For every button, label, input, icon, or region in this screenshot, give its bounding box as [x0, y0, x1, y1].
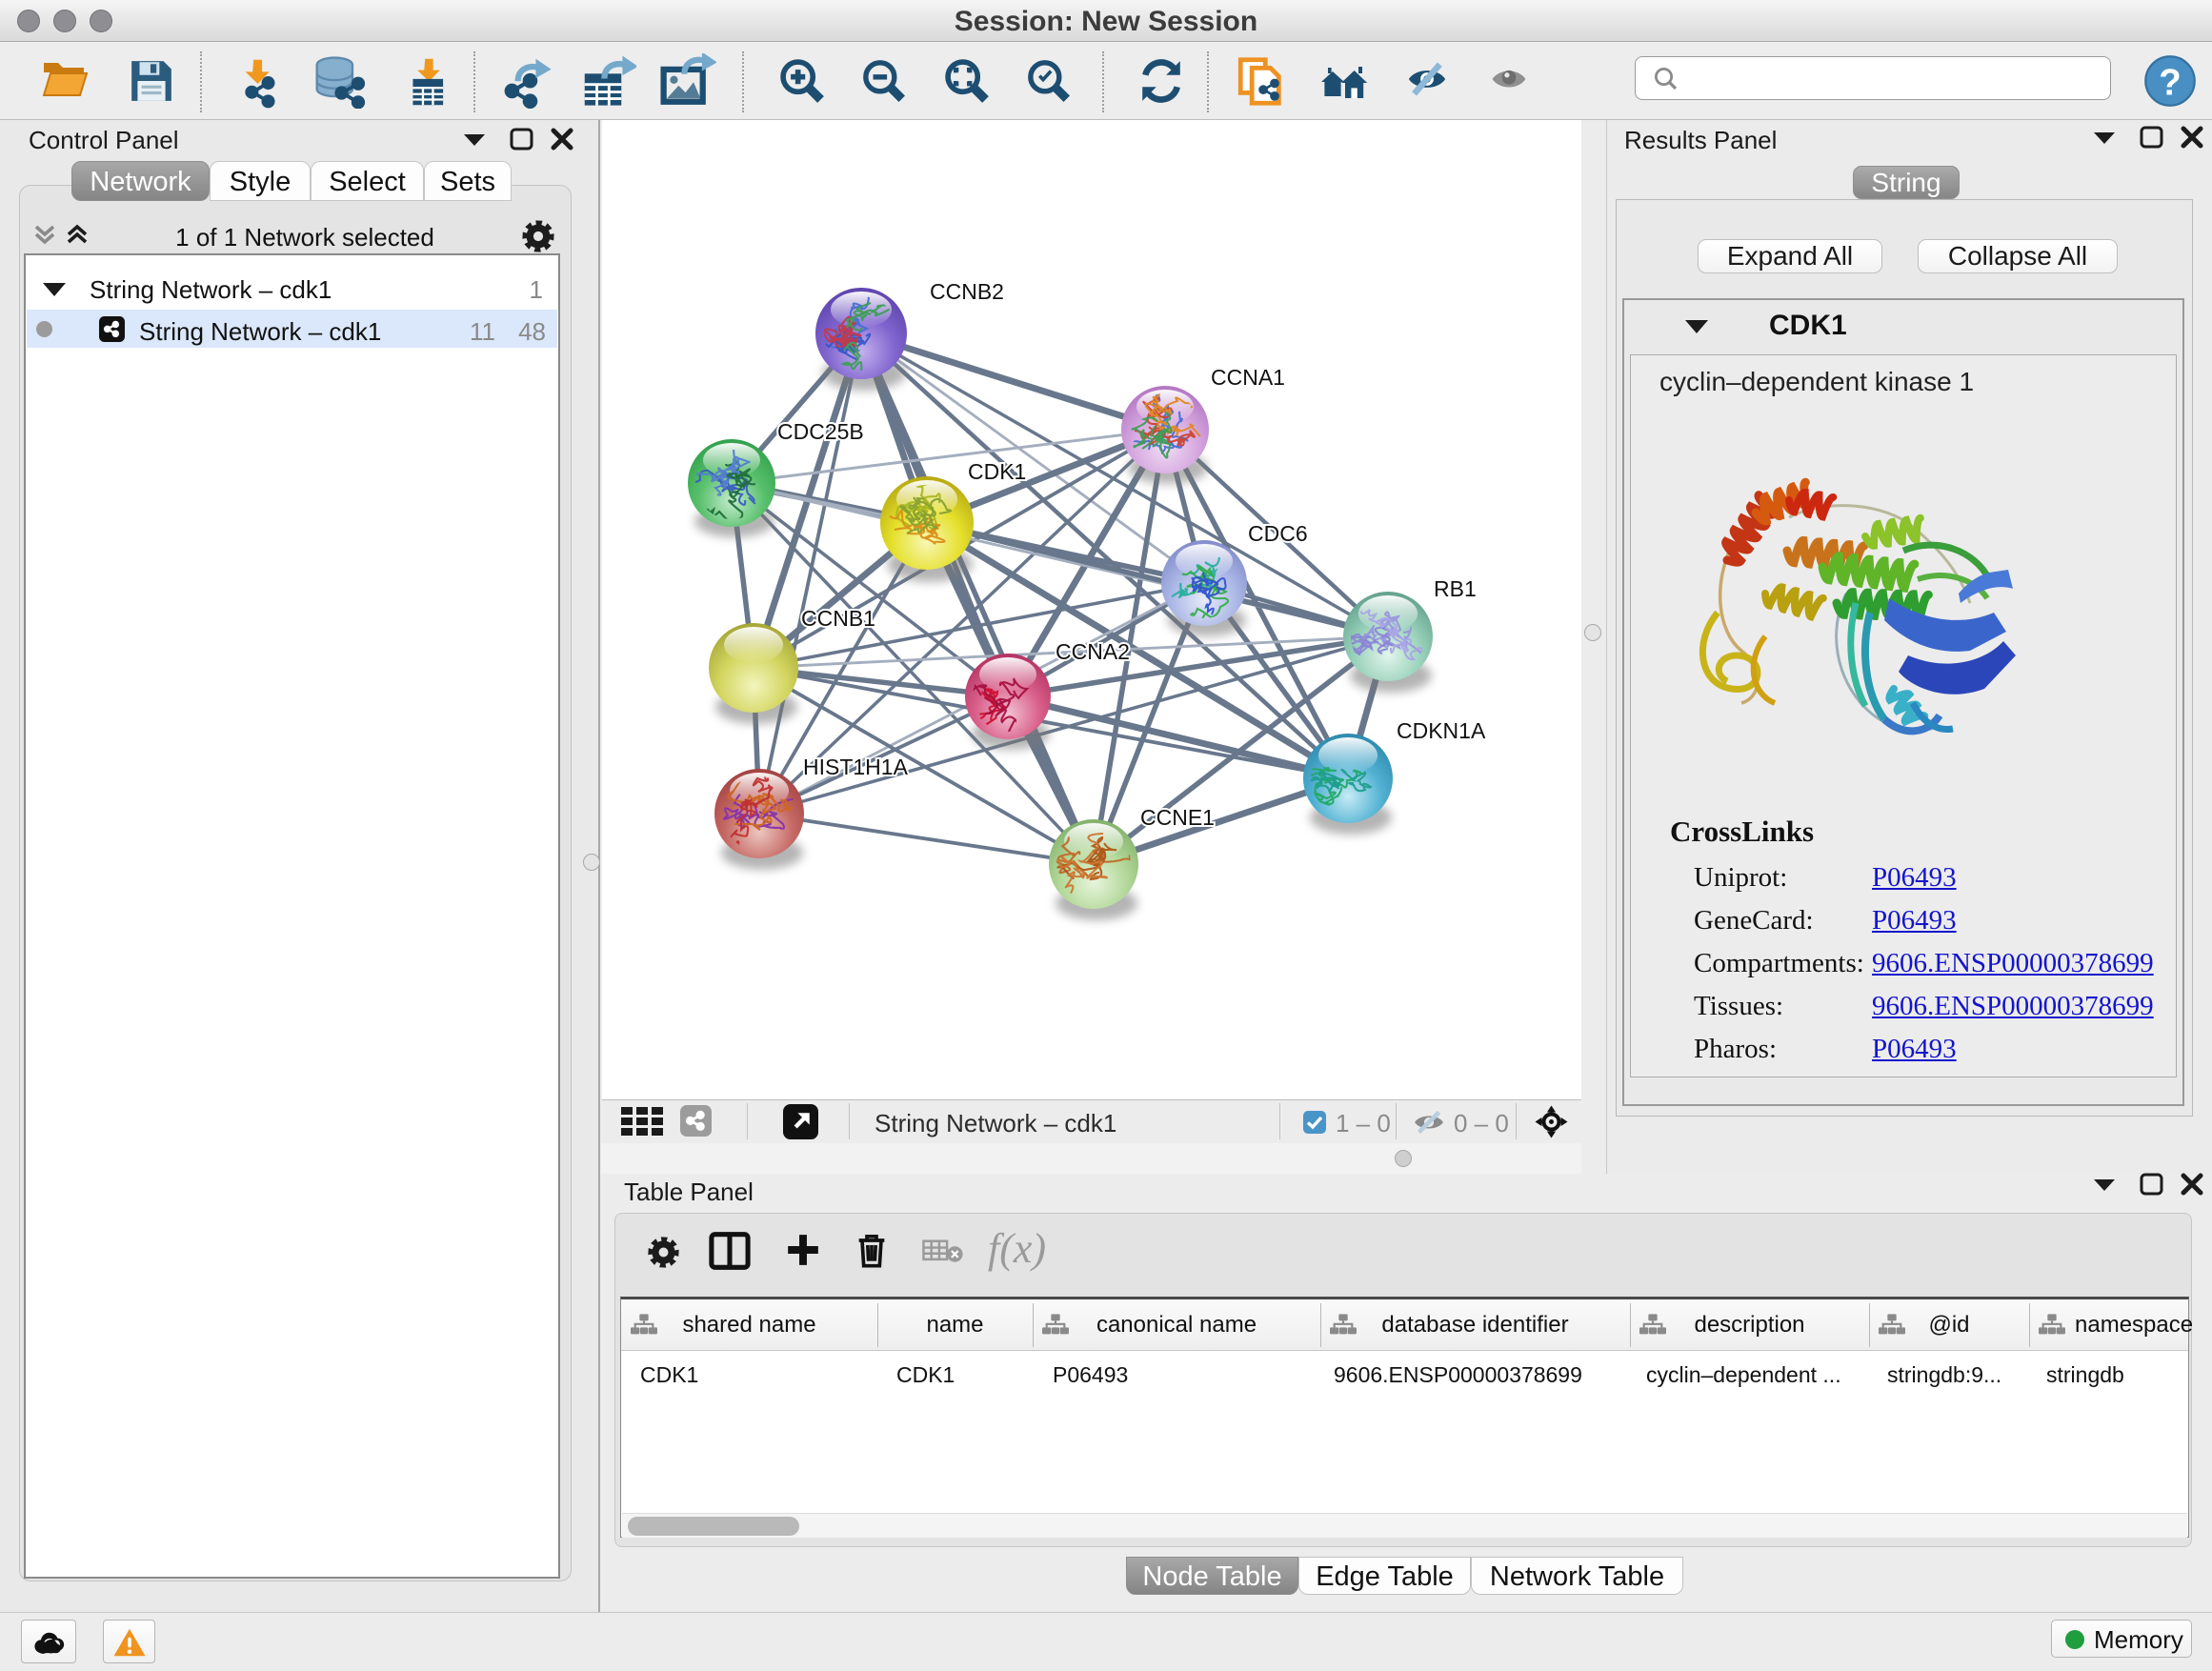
svg-text:CDC25B: CDC25B	[777, 419, 864, 444]
svg-text:CCNA1: CCNA1	[1211, 365, 1285, 390]
svg-text:CCNB2: CCNB2	[930, 279, 1004, 304]
svg-text:RB1: RB1	[1434, 576, 1477, 601]
svg-text:CDC6: CDC6	[1248, 521, 1308, 546]
svg-text:CDKN1A: CDKN1A	[1397, 718, 1486, 743]
svg-text:CCNA2: CCNA2	[1056, 639, 1130, 664]
svg-text:HIST1H1A: HIST1H1A	[803, 755, 909, 779]
svg-text:?: ?	[2159, 62, 2182, 103]
svg-text:CDK1: CDK1	[968, 459, 1026, 484]
svg-text:CCNB1: CCNB1	[801, 606, 875, 631]
svg-text:CCNE1: CCNE1	[1140, 805, 1215, 830]
